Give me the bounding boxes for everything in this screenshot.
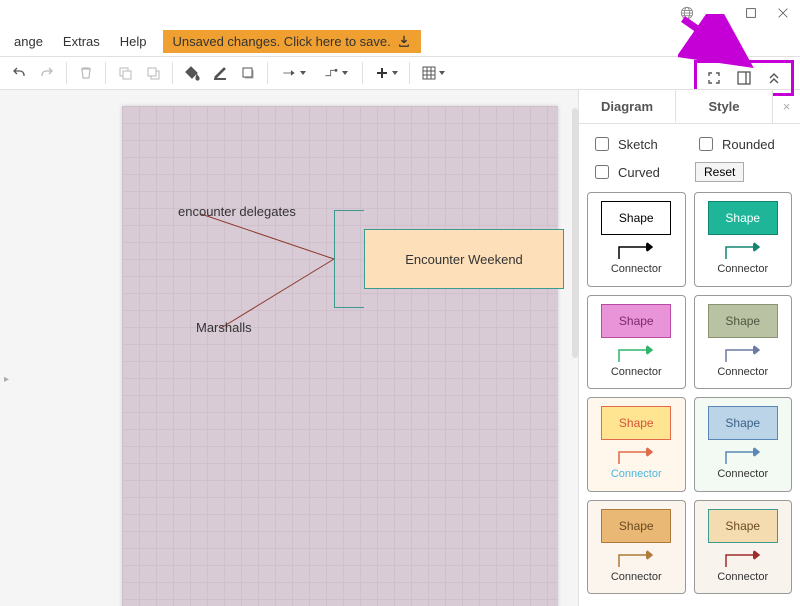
download-icon [397, 34, 411, 48]
preset-connector: Connector [717, 241, 768, 275]
node-label: Encounter Weekend [405, 252, 523, 267]
preset-connector: Connector [717, 549, 768, 583]
preset-shape: Shape [708, 201, 778, 235]
shadow-button[interactable] [235, 60, 261, 86]
reset-button[interactable]: Reset [695, 162, 744, 182]
style-preset-0[interactable]: Shape Connector [587, 192, 686, 287]
branch-label-marshalls[interactable]: Marshalls [196, 320, 252, 335]
preset-shape: Shape [708, 304, 778, 338]
style-presets-grid: Shape Connector Shape Connector Shape Connect… [579, 186, 800, 606]
globe-icon[interactable] [680, 6, 694, 20]
save-banner[interactable]: Unsaved changes. Click here to save. [163, 30, 421, 53]
preset-shape: Shape [601, 406, 671, 440]
collapse-button[interactable] [761, 65, 787, 91]
curved-checkbox[interactable]: Curved [591, 162, 671, 182]
minimize-icon[interactable] [712, 6, 726, 20]
preset-shape: Shape [708, 509, 778, 543]
save-banner-text: Unsaved changes. Click here to save. [173, 34, 391, 49]
to-front-button[interactable] [112, 60, 138, 86]
style-preset-1[interactable]: Shape Connector [694, 192, 793, 287]
fill-color-button[interactable] [179, 60, 205, 86]
delete-button[interactable] [73, 60, 99, 86]
menu-arrange[interactable]: ange [4, 30, 53, 53]
format-sidebar: Diagram Style × Sketch Rounded Curved Re… [578, 90, 800, 606]
fullscreen-button[interactable] [701, 65, 727, 91]
undo-button[interactable] [6, 60, 32, 86]
bracket-shape[interactable] [334, 210, 364, 308]
tab-style[interactable]: Style [675, 89, 772, 122]
drawing-page[interactable]: Encounter Weekend encounter delegates Ma… [122, 106, 558, 606]
style-preset-4[interactable]: Shape Connector [587, 397, 686, 492]
connection-button[interactable] [274, 60, 314, 86]
maximize-icon[interactable] [744, 6, 758, 20]
sidebar-collapse-handle[interactable]: ▸ [4, 374, 9, 385]
preset-connector: Connector [611, 344, 662, 378]
style-preset-5[interactable]: Shape Connector [694, 397, 793, 492]
node-encounter-weekend[interactable]: Encounter Weekend [364, 229, 564, 289]
toolbar [0, 56, 800, 90]
preset-shape: Shape [601, 509, 671, 543]
menu-bar: ange Extras Help Unsaved changes. Click … [0, 26, 800, 56]
format-panel-button[interactable] [731, 65, 757, 91]
table-button[interactable] [416, 60, 450, 86]
to-back-button[interactable] [140, 60, 166, 86]
canvas-area[interactable]: ▸ Encounter Weekend encounter delegates … [0, 90, 578, 606]
waypoints-button[interactable] [316, 60, 356, 86]
line-color-button[interactable] [207, 60, 233, 86]
preset-shape: Shape [708, 406, 778, 440]
insert-button[interactable] [369, 60, 403, 86]
preset-shape: Shape [601, 201, 671, 235]
preset-connector: Connector [611, 549, 662, 583]
tab-diagram[interactable]: Diagram [579, 90, 675, 123]
branch-label-delegates[interactable]: encounter delegates [178, 204, 296, 219]
rounded-checkbox[interactable]: Rounded [695, 134, 775, 154]
preset-connector: Connector [717, 344, 768, 378]
style-preset-3[interactable]: Shape Connector [694, 295, 793, 390]
close-panel-button[interactable]: × [772, 90, 800, 123]
menu-help[interactable]: Help [110, 30, 157, 53]
preset-connector: Connector [611, 241, 662, 275]
sketch-checkbox[interactable]: Sketch [591, 134, 671, 154]
style-preset-2[interactable]: Shape Connector [587, 295, 686, 390]
canvas-scrollbar[interactable] [572, 108, 578, 358]
style-preset-7[interactable]: Shape Connector [694, 500, 793, 595]
preset-shape: Shape [601, 304, 671, 338]
preset-connector: Connector [717, 446, 768, 480]
menu-extras[interactable]: Extras [53, 30, 110, 53]
redo-button[interactable] [34, 60, 60, 86]
close-window-icon[interactable] [776, 6, 790, 20]
style-preset-6[interactable]: Shape Connector [587, 500, 686, 595]
preset-connector: Connector [611, 446, 662, 480]
